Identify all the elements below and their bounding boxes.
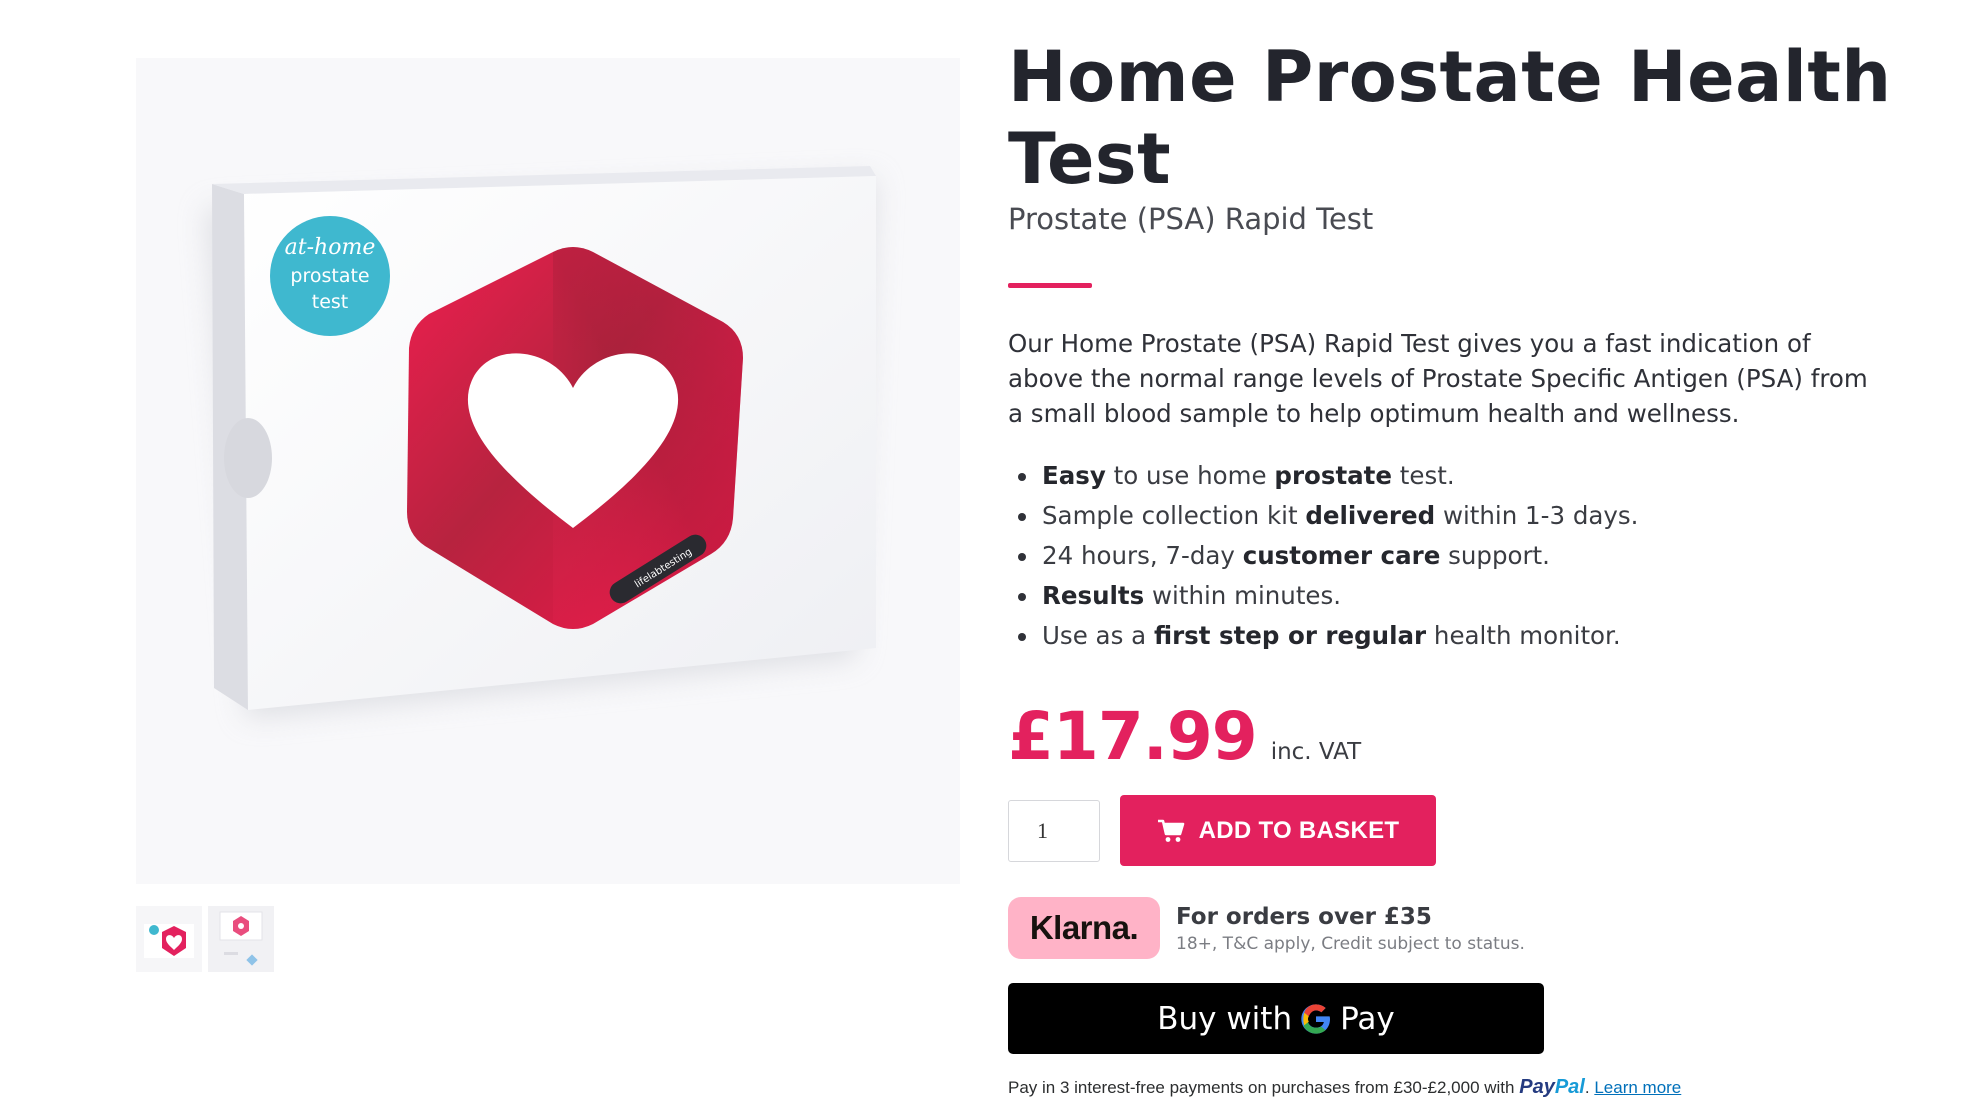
paypal-text: Pay in 3 interest-free payments on purch… [1008, 1078, 1515, 1097]
feature-item: Sample collection kit delivered within 1… [1008, 496, 1888, 536]
feature-item: Results within minutes. [1008, 576, 1888, 616]
learn-more-link[interactable]: Learn more [1594, 1078, 1681, 1097]
price-row: £17.99 inc. VAT [1008, 698, 1361, 775]
google-g-icon [1300, 1003, 1332, 1035]
thumbnail-2[interactable] [208, 906, 274, 972]
feature-item: 24 hours, 7-day customer care support. [1008, 536, 1888, 576]
klarna-subtext: 18+, T&C apply, Credit subject to status… [1176, 933, 1525, 954]
product-box-illustration: at-home prostate test lifelabtesting [206, 166, 876, 718]
product-main-image[interactable]: at-home prostate test lifelabtesting [136, 58, 960, 884]
gpay-pay-text: Pay [1340, 1000, 1395, 1037]
thumbnail-strip [136, 906, 274, 972]
add-to-basket-label: ADD TO BASKET [1198, 816, 1400, 844]
title-divider [1008, 283, 1092, 288]
gpay-label: Buy with [1157, 1000, 1293, 1037]
vat-note: inc. VAT [1270, 739, 1362, 765]
klarna-logo[interactable]: Klarna. [1008, 897, 1160, 959]
cart-icon [1157, 819, 1185, 843]
quantity-input[interactable] [1008, 800, 1100, 862]
feature-list: Easy to use home prostate test. Sample co… [1008, 456, 1888, 656]
google-pay-button[interactable]: Buy with Pay [1008, 983, 1544, 1054]
feature-item: Easy to use home prostate test. [1008, 456, 1888, 496]
svg-text:test: test [312, 291, 349, 313]
klarna-headline: For orders over £35 [1176, 903, 1432, 930]
paypal-logo: PayPal [1519, 1076, 1585, 1098]
product-subtitle: Prostate (PSA) Rapid Test [1008, 202, 1374, 236]
paypal-message: Pay in 3 interest-free payments on purch… [1008, 1076, 1682, 1098]
feature-item: Use as a first step or regular health mo… [1008, 616, 1888, 656]
svg-text:at-home: at-home [285, 235, 376, 260]
add-to-basket-button[interactable]: ADD TO BASKET [1120, 795, 1436, 866]
product-title: Home Prostate Health Test [1008, 36, 1892, 200]
price: £17.99 [1008, 698, 1258, 775]
thumbnail-1[interactable] [136, 906, 202, 972]
klarna-promo: Klarna. For orders over £35 18+, T&C app… [1008, 897, 1525, 959]
svg-text:prostate: prostate [290, 265, 369, 287]
product-description: Our Home Prostate (PSA) Rapid Test gives… [1008, 329, 1868, 428]
